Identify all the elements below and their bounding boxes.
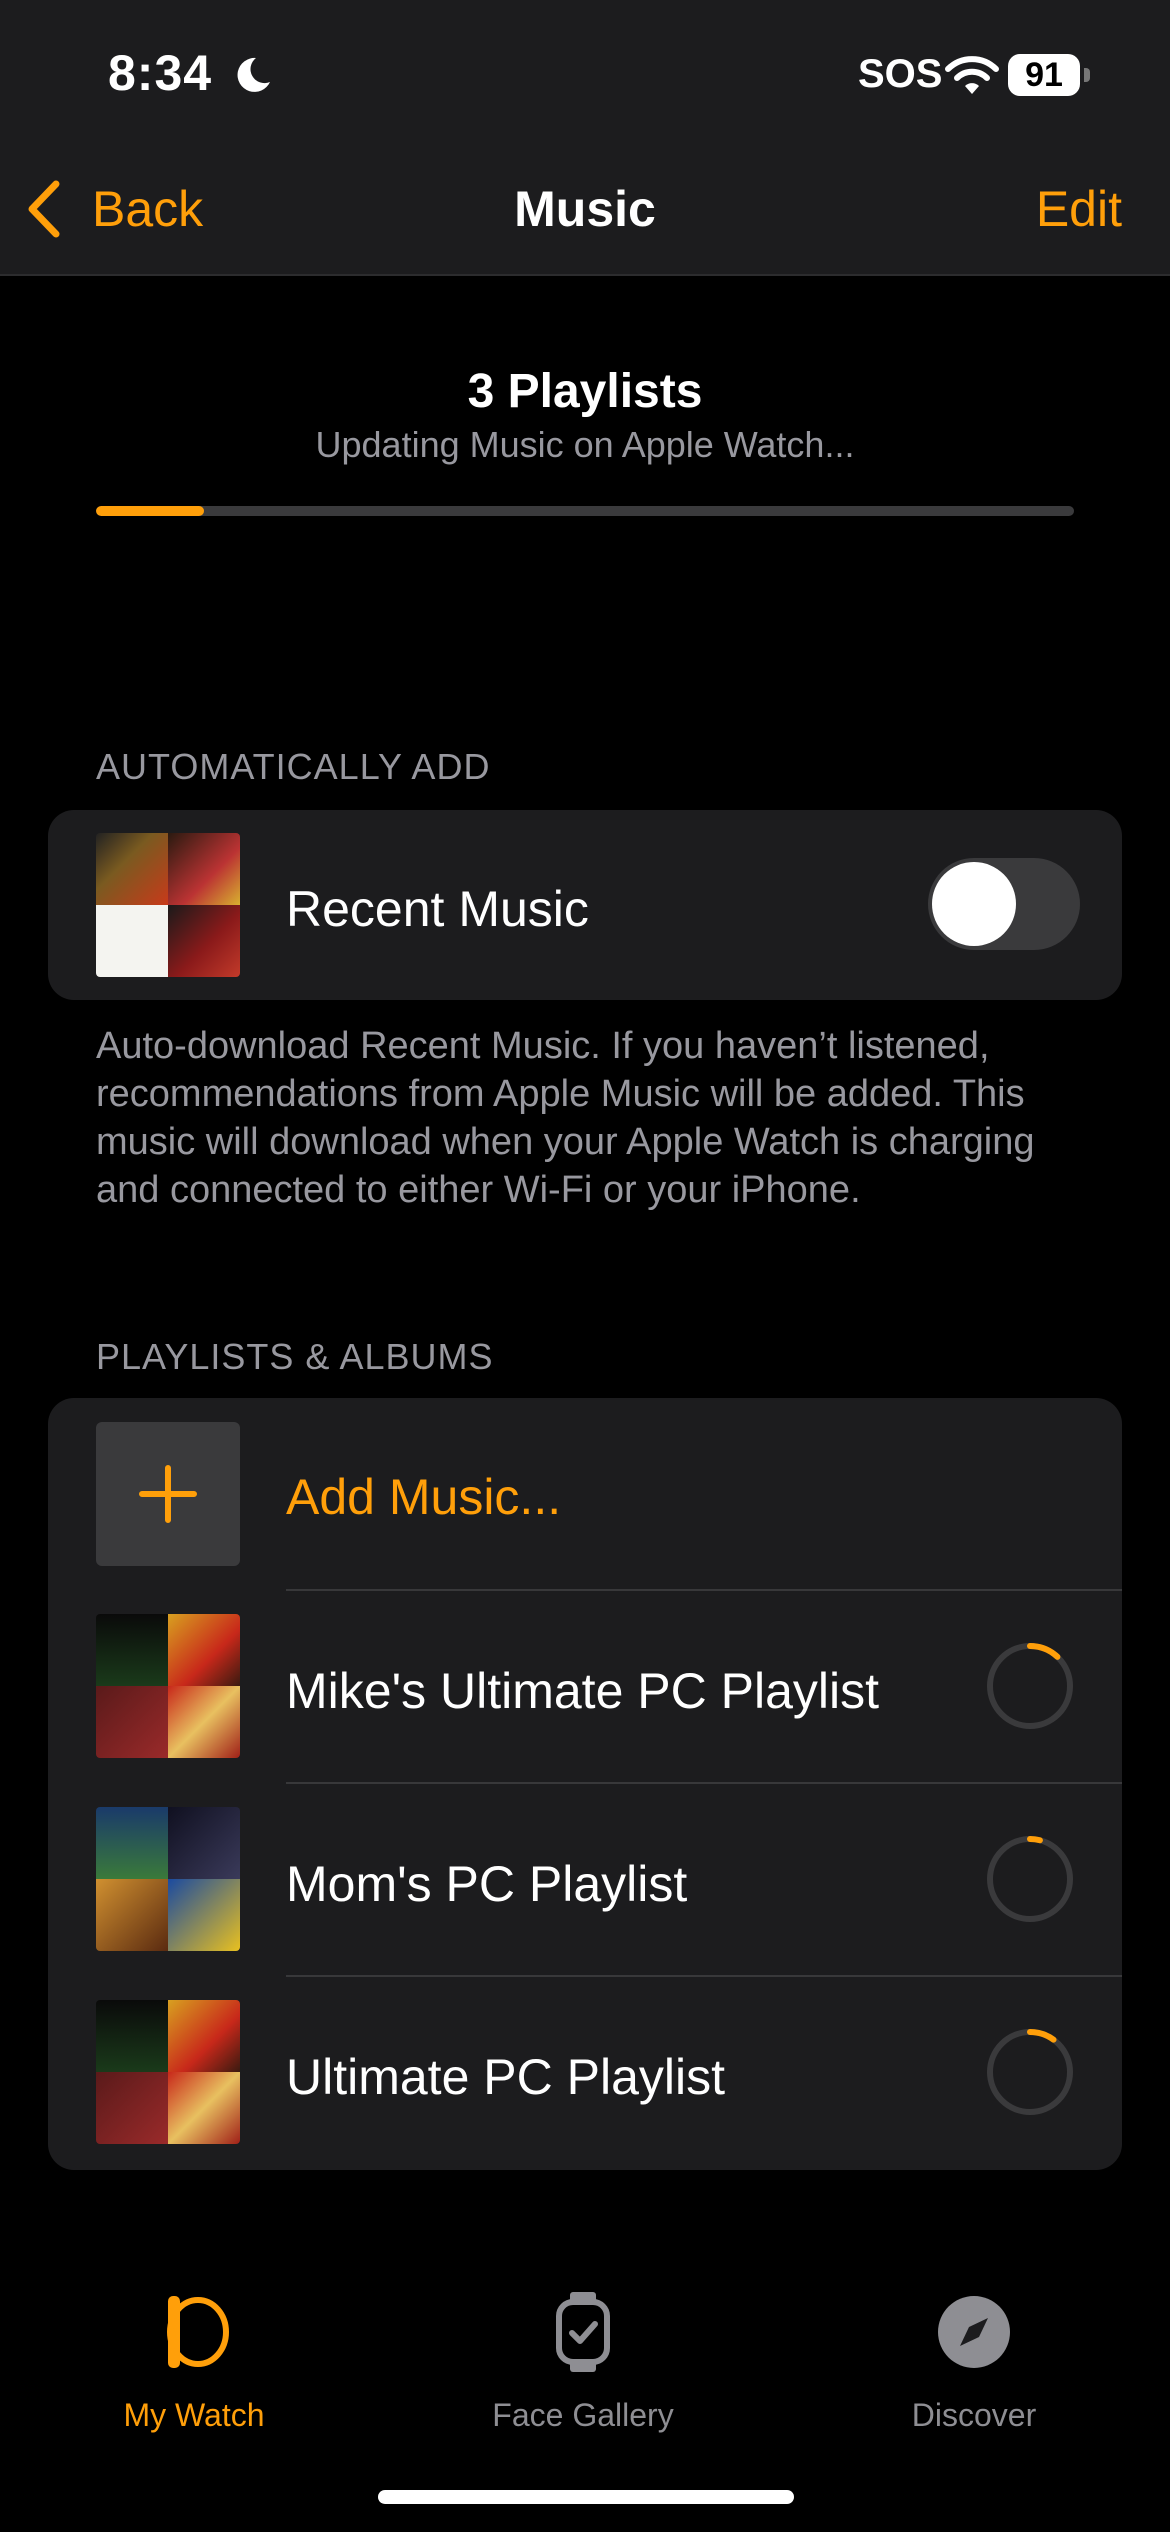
playlist-title: Mom's PC Playlist	[286, 1856, 688, 1912]
add-music-tile[interactable]	[96, 1422, 240, 1566]
plus-icon	[139, 1465, 197, 1523]
battery-indicator: 91	[1008, 54, 1092, 98]
download-progress-icon	[987, 2029, 1073, 2115]
battery-nub	[1084, 68, 1090, 82]
compass-icon	[938, 2296, 1010, 2368]
recent-music-artwork	[96, 833, 240, 977]
sos-indicator: SOS	[858, 52, 943, 96]
playlist-artwork	[96, 2000, 240, 2144]
toggle-knob	[932, 862, 1016, 946]
playlist-title: Ultimate PC Playlist	[286, 2049, 725, 2105]
page-title: Music	[514, 181, 656, 237]
status-time: 8:34	[108, 45, 213, 101]
download-progress-icon	[987, 1643, 1073, 1729]
battery-level: 91	[1008, 54, 1080, 96]
sync-title: 3 Playlists	[467, 365, 703, 418]
wifi-icon	[945, 56, 999, 94]
tab-face-gallery[interactable]: Face Gallery	[433, 2290, 733, 2434]
add-music-button[interactable]: Add Music...	[286, 1468, 561, 1526]
recent-music-label: Recent Music	[286, 881, 589, 937]
playlist-title: Mike's Ultimate PC Playlist	[286, 1663, 879, 1719]
section-header-playlists: PLAYLISTS & ALBUMS	[96, 1336, 494, 1377]
playlist-artwork	[96, 1614, 240, 1758]
watch-outline-icon	[167, 2296, 229, 2368]
tab-label: My Watch	[123, 2397, 265, 2433]
auto-add-footer: Auto-download Recent Music. If you haven…	[96, 1025, 1035, 1211]
moon-icon	[237, 57, 270, 92]
edit-button[interactable]: Edit	[1036, 180, 1122, 238]
sync-progress-fill	[96, 506, 204, 516]
home-indicator	[378, 2490, 794, 2504]
sync-status: Updating Music on Apple Watch...	[315, 424, 855, 465]
watch-face-gallery-icon	[556, 2292, 610, 2372]
tab-label: Discover	[911, 2397, 1037, 2433]
recent-music-toggle[interactable]	[928, 858, 1080, 950]
download-progress-icon	[987, 1836, 1073, 1922]
section-header-auto-add: AUTOMATICALLY ADD	[96, 746, 491, 787]
tab-discover[interactable]: Discover	[824, 2290, 1124, 2434]
tab-label: Face Gallery	[492, 2397, 674, 2433]
tab-my-watch[interactable]: My Watch	[44, 2290, 344, 2434]
playlist-artwork	[96, 1807, 240, 1951]
sync-progress-bar	[96, 506, 1074, 516]
